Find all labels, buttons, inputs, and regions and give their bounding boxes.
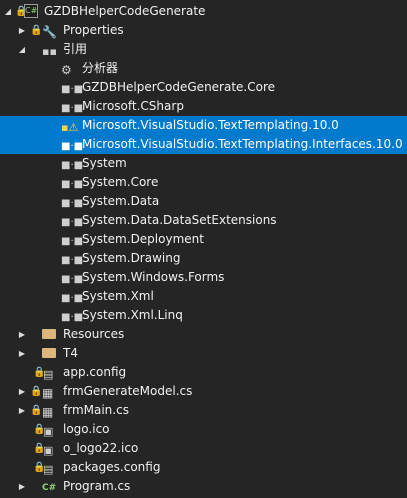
assembly-icon: ■·■ [61, 312, 84, 323]
reference-item[interactable]: ■·■ System.Windows.Forms [0, 268, 407, 287]
reference-label: System.Data.DataSetExtensions [82, 213, 277, 227]
reference-label: GZDBHelperCodeGenerate.Core [82, 80, 276, 94]
folder-label: T4 [63, 346, 78, 360]
file-node[interactable]: ▶ 🔒 ▦ frmGenerateModel.cs [0, 382, 407, 401]
file-label: Program.cs [63, 479, 131, 493]
reference-label: System [82, 156, 127, 170]
reference-label: System.Xml [82, 289, 154, 303]
expand-arrow-icon[interactable]: ▶ [16, 21, 28, 40]
reference-item[interactable]: ■·■ System.Drawing [0, 249, 407, 268]
lock-icon: 🔒 [15, 6, 28, 17]
reference-item[interactable]: ■·■ System.Deployment [0, 230, 407, 249]
analyzer-icon: ⚙ [61, 63, 72, 77]
file-label: o_logo22.ico [63, 441, 139, 455]
file-label: frmGenerateModel.cs [63, 384, 193, 398]
reference-item[interactable]: ■·■ Microsoft.CSharp [0, 97, 407, 116]
file-node[interactable]: 🔒 ▤ packages.config [0, 458, 407, 477]
csharp-project-icon: C# [24, 4, 38, 18]
icon-file-icon: ▣ [43, 444, 54, 457]
file-label: packages.config [63, 460, 161, 474]
config-file-icon: ▤ [43, 463, 54, 476]
expand-arrow-icon[interactable]: ▶ [16, 344, 28, 363]
icon-file-icon: ▣ [43, 425, 54, 438]
lock-icon: 🔒 [33, 443, 46, 454]
form-file-icon: ▦ [42, 405, 54, 419]
assembly-icon: ■·■ [61, 255, 84, 266]
file-node[interactable]: ▶ 🔒 ▦ frmMain.cs [0, 401, 407, 420]
properties-node[interactable]: ▶ 🔒 🔧 Properties [0, 21, 407, 40]
reference-item[interactable]: ■·■ System.Xml [0, 287, 407, 306]
assembly-icon: ■·■ [61, 84, 84, 95]
project-label: GZDBHelperCodeGenerate [44, 4, 206, 18]
lock-icon: 🔒 [33, 367, 46, 378]
assembly-icon: ■·■ [61, 274, 84, 285]
reference-item[interactable]: ■·■ GZDBHelperCodeGenerate.Core [0, 78, 407, 97]
assembly-icon: ■·■ [61, 198, 84, 209]
file-label: logo.ico [63, 422, 110, 436]
lock-icon: 🔒 [33, 424, 46, 435]
expand-arrow-icon[interactable]: ▶ [16, 477, 28, 496]
file-label: app.config [63, 365, 127, 379]
solution-explorer-tree: ◢ 🔒 C# GZDBHelperCodeGenerate ▶ 🔒 🔧 Prop… [0, 0, 407, 498]
reference-label: Microsoft.CSharp [82, 99, 184, 113]
warning-assembly-icon: ▪⚠ [61, 121, 79, 134]
reference-label: System.Windows.Forms [82, 270, 225, 284]
csharp-file-icon: C# [42, 483, 57, 493]
reference-item-selected[interactable]: ▪⚠ Microsoft.VisualStudio.TextTemplating… [0, 116, 407, 135]
reference-label: System.Xml.Linq [82, 308, 183, 322]
reference-label: Microsoft.VisualStudio.TextTemplating.10… [82, 118, 339, 132]
reference-item[interactable]: ■·■ System [0, 154, 407, 173]
references-node[interactable]: ◢ ▪▪ 引用 [0, 40, 407, 59]
reference-item-analyzers[interactable]: ⚙ 分析器 [0, 59, 407, 78]
expand-arrow-icon[interactable]: ▶ [16, 382, 28, 401]
assembly-icon: ■·■ [61, 103, 84, 114]
reference-label: 分析器 [82, 61, 119, 75]
assembly-icon: ■·■ [61, 141, 84, 152]
reference-item[interactable]: ■·■ System.Xml.Linq [0, 306, 407, 325]
collapse-arrow-icon[interactable]: ◢ [16, 40, 28, 59]
assembly-icon: ■·■ [61, 236, 84, 247]
config-file-icon: ▤ [43, 368, 54, 381]
reference-item[interactable]: ■·■ System.Data [0, 192, 407, 211]
file-node[interactable]: ▶ C# Program.cs [0, 477, 407, 496]
folder-label: Resources [63, 327, 125, 341]
file-node[interactable]: 🔒 ▤ app.config [0, 363, 407, 382]
assembly-icon: ■·■ [61, 293, 84, 304]
reference-item-selected[interactable]: ■·■ Microsoft.VisualStudio.TextTemplatin… [0, 135, 407, 154]
folder-icon [42, 348, 56, 358]
lock-icon: 🔒 [33, 462, 46, 473]
references-label: 引用 [63, 42, 88, 56]
project-node[interactable]: ◢ 🔒 C# GZDBHelperCodeGenerate [0, 2, 407, 21]
folder-icon [42, 329, 56, 339]
lock-icon: 🔒 [30, 386, 43, 397]
reference-item[interactable]: ■·■ System.Core [0, 173, 407, 192]
expand-arrow-icon[interactable]: ▶ [16, 401, 28, 420]
lock-icon: 🔒 [30, 405, 43, 416]
reference-label: System.Drawing [82, 251, 181, 265]
reference-label: System.Data [82, 194, 160, 208]
reference-label: System.Deployment [82, 232, 204, 246]
form-file-icon: ▦ [42, 386, 54, 400]
reference-item[interactable]: ■·■ System.Data.DataSetExtensions [0, 211, 407, 230]
file-label: frmMain.cs [63, 403, 129, 417]
lock-icon: 🔒 [30, 25, 43, 36]
collapse-arrow-icon[interactable]: ◢ [2, 2, 14, 21]
references-icon: ▪▪ [42, 45, 57, 58]
properties-label: Properties [63, 23, 124, 37]
reference-label: System.Core [82, 175, 159, 189]
assembly-icon: ■·■ [61, 217, 84, 228]
assembly-icon: ■·■ [61, 179, 84, 190]
assembly-icon: ■·■ [61, 160, 84, 171]
file-node[interactable]: 🔒 ▣ logo.ico [0, 420, 407, 439]
expand-arrow-icon[interactable]: ▶ [16, 325, 28, 344]
folder-node-resources[interactable]: ▶ Resources [0, 325, 407, 344]
reference-label: Microsoft.VisualStudio.TextTemplating.In… [82, 137, 403, 151]
folder-node-t4[interactable]: ▶ T4 [0, 344, 407, 363]
file-node[interactable]: 🔒 ▣ o_logo22.ico [0, 439, 407, 458]
wrench-icon: 🔧 [42, 25, 57, 39]
